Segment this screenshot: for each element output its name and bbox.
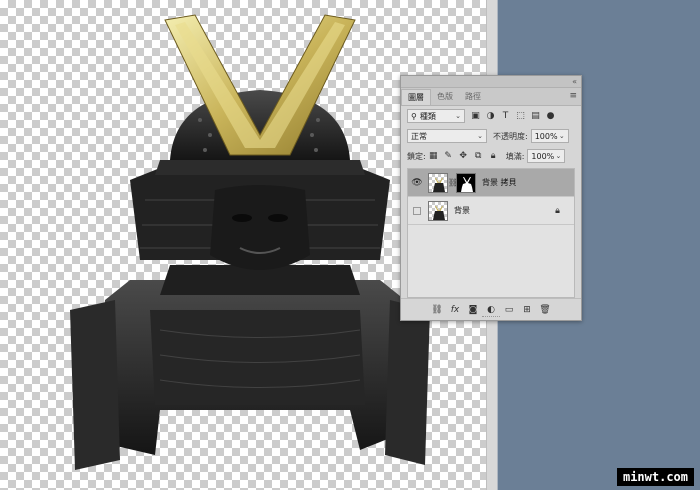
eye-hidden-icon xyxy=(413,206,421,215)
layers-panel: « 圖層 色版 路徑 ≡ ⚲ 種類 ⌄ ▣ ◑ T ⬚ ▤ ● 正常 ⌄ 不透明… xyxy=(400,75,582,321)
blend-mode-value: 正常 xyxy=(411,131,427,141)
fill-input[interactable]: 100% ⌄ xyxy=(527,149,566,163)
tab-paths[interactable]: 路徑 xyxy=(459,89,487,105)
layer-name[interactable]: 背景 拷貝 xyxy=(482,177,517,188)
lock-transparent-icon[interactable]: ▦ xyxy=(429,151,438,161)
layer-mask-thumbnail[interactable] xyxy=(456,172,476,193)
lock-all-icon[interactable]: 🔒︎ xyxy=(489,151,498,161)
filter-row: ⚲ 種類 ⌄ ▣ ◑ T ⬚ ▤ ● xyxy=(401,106,581,126)
chevron-down-icon: ⌄ xyxy=(555,152,562,160)
collapse-panel-icon[interactable]: « xyxy=(572,76,577,88)
fill-value: 100% xyxy=(531,151,555,161)
layer-name[interactable]: 背景 xyxy=(454,205,470,216)
new-group-icon[interactable]: ▭ xyxy=(505,305,514,315)
chevron-down-icon: ⌄ xyxy=(455,112,461,120)
panel-menu-icon[interactable]: ≡ xyxy=(569,91,577,101)
layer-thumbnail[interactable] xyxy=(428,172,448,193)
smart-object-filter-icon[interactable]: ▤ xyxy=(531,111,540,121)
lock-artboard-icon[interactable]: ⧉ xyxy=(474,151,483,161)
add-mask-icon[interactable]: ◙ xyxy=(469,305,478,315)
type-filter-icon[interactable]: T xyxy=(501,111,510,121)
layers-list: 👁︎ ⛓︎ 背景 拷貝 背景 🔒︎ xyxy=(407,168,575,298)
lock-paint-icon[interactable]: ✎ xyxy=(444,151,453,161)
lock-label: 鎖定: xyxy=(407,151,426,161)
lock-icon[interactable]: 🔒︎ xyxy=(553,206,562,216)
layer-thumbnail[interactable] xyxy=(428,200,448,221)
panel-footer: ⛓︎ fx ◙ ◐ ▭ ⊞ 🗑︎ xyxy=(401,298,581,320)
blend-row: 正常 ⌄ 不透明度: 100% ⌄ xyxy=(401,126,581,146)
pixel-filter-icon[interactable]: ▣ xyxy=(471,111,480,121)
filter-kind-label: 種類 xyxy=(419,111,436,121)
chevron-down-icon: ⌄ xyxy=(558,132,565,140)
visibility-toggle[interactable] xyxy=(408,206,426,215)
lock-position-icon[interactable]: ✥ xyxy=(459,151,468,161)
link-layers-icon[interactable]: ⛓︎ xyxy=(431,305,442,315)
samurai-armor-image xyxy=(70,14,430,470)
armor-thumbnail-icon xyxy=(433,205,445,220)
opacity-value: 100% xyxy=(534,131,558,141)
tab-layers[interactable]: 圖層 xyxy=(401,89,431,105)
resize-grip[interactable] xyxy=(482,316,500,319)
opacity-input[interactable]: 100% ⌄ xyxy=(530,129,569,143)
filter-toggle-icon[interactable]: ● xyxy=(546,111,555,121)
trash-icon[interactable]: 🗑︎ xyxy=(539,305,550,315)
fx-icon[interactable]: fx xyxy=(451,305,460,315)
armor-thumbnail-icon xyxy=(433,177,445,192)
filter-icons: ▣ ◑ T ⬚ ▤ ● xyxy=(471,111,555,121)
lock-icons: ▦ ✎ ✥ ⧉ 🔒︎ xyxy=(429,151,498,161)
shape-filter-icon[interactable]: ⬚ xyxy=(516,111,525,121)
tab-channels[interactable]: 色版 xyxy=(431,89,459,105)
blend-mode-select[interactable]: 正常 ⌄ xyxy=(407,129,487,143)
panel-title-bar[interactable]: « xyxy=(401,76,581,88)
filter-kind-select[interactable]: ⚲ 種類 ⌄ xyxy=(407,109,465,123)
layer-row-background[interactable]: 背景 🔒︎ xyxy=(408,197,574,225)
fill-label: 填滿: xyxy=(505,151,525,161)
opacity-label: 不透明度: xyxy=(493,131,528,141)
new-layer-icon[interactable]: ⊞ xyxy=(523,305,532,315)
layer-row-background-copy[interactable]: 👁︎ ⛓︎ 背景 拷貝 xyxy=(408,169,574,197)
adjustment-filter-icon[interactable]: ◑ xyxy=(486,111,495,121)
mask-shape-icon xyxy=(461,176,473,192)
search-icon: ⚲ xyxy=(411,111,417,121)
panel-tabs: 圖層 色版 路徑 ≡ xyxy=(401,88,581,106)
link-icon[interactable]: ⛓︎ xyxy=(448,178,458,187)
eye-icon[interactable]: 👁︎ xyxy=(408,178,426,188)
lock-row: 鎖定: ▦ ✎ ✥ ⧉ 🔒︎ 填滿: 100% ⌄ xyxy=(401,146,581,166)
watermark-logo: minwt.com xyxy=(616,468,694,486)
chevron-down-icon: ⌄ xyxy=(477,132,483,140)
adjustment-layer-icon[interactable]: ◐ xyxy=(487,305,496,315)
